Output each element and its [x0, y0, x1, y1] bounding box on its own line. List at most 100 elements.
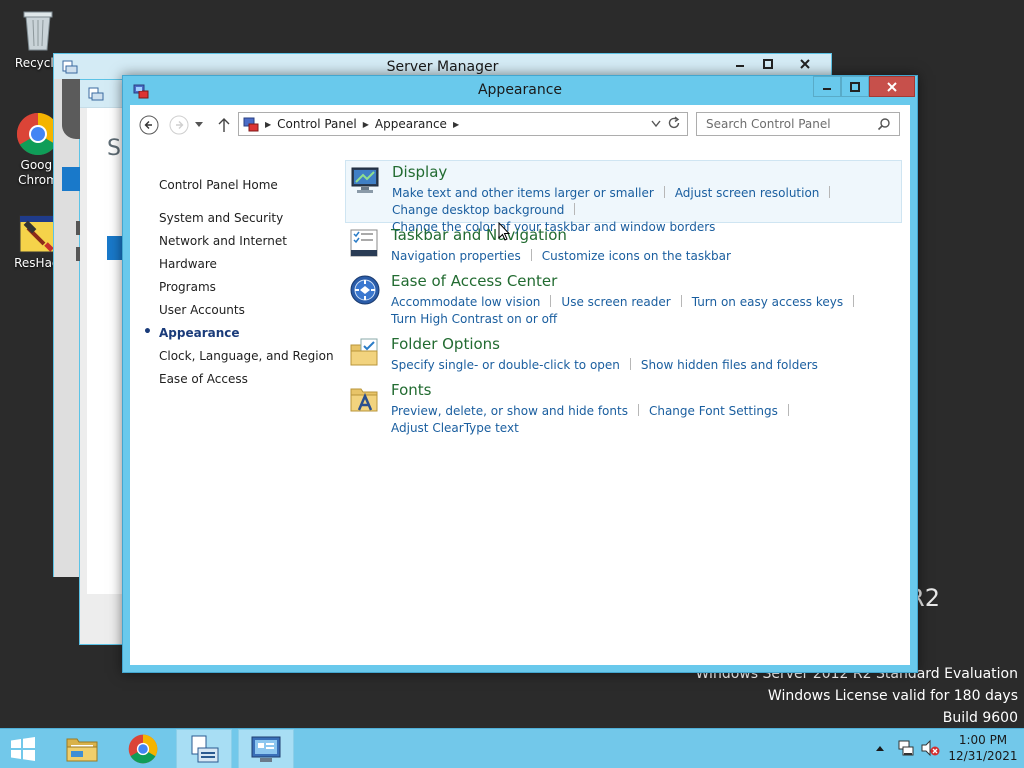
category-heading-folder-options[interactable]: Folder Options: [391, 335, 500, 353]
maximize-icon: [763, 59, 773, 69]
nav-item-appearance[interactable]: Appearance: [143, 324, 359, 348]
network-icon: [898, 740, 914, 756]
taskbar-icon: [350, 229, 378, 257]
close-icon: [887, 81, 897, 92]
category-display: Display Make text and other items larger…: [345, 160, 902, 234]
link-use-screen-reader[interactable]: Use screen reader: [561, 294, 670, 311]
category-taskbar-navigation: Taskbar and Navigation Navigation proper…: [345, 224, 902, 268]
chevron-up-icon: [876, 746, 884, 751]
window-title: Appearance: [477, 82, 563, 98]
search-placeholder: Search Control Panel: [706, 117, 831, 131]
category-heading-ease-of-access[interactable]: Ease of Access Center: [391, 272, 557, 290]
volume-tray-button[interactable]: [920, 739, 940, 760]
category-fonts: Fonts Preview, delete, or show and hide …: [345, 379, 902, 435]
link-adjust-screen-resolution[interactable]: Adjust screen resolution: [675, 185, 820, 202]
link-adjust-cleartype[interactable]: Adjust ClearType text: [391, 420, 519, 437]
close-button[interactable]: [869, 76, 915, 97]
recent-locations-button[interactable]: [192, 115, 206, 135]
link-navigation-properties[interactable]: Navigation properties: [391, 248, 521, 265]
windows-logo-icon: [11, 737, 35, 761]
link-make-text-larger[interactable]: Make text and other items larger or smal…: [392, 185, 654, 202]
refresh-icon: [668, 116, 680, 129]
fonts-icon: [350, 388, 378, 412]
ease-of-access-icon: [350, 275, 380, 305]
breadcrumb-separator-icon[interactable]: ▶: [363, 120, 369, 129]
speaker-muted-icon: [921, 739, 940, 757]
display-icon: [351, 167, 379, 193]
taskbar-clock[interactable]: 1:00 PM 12/31/2021: [948, 732, 1018, 764]
link-turn-on-easy-access-keys[interactable]: Turn on easy access keys: [692, 294, 843, 311]
clock-time: 1:00 PM: [958, 733, 1008, 747]
nav-item-system-and-security[interactable]: System and Security: [159, 210, 359, 233]
nav-item-ease-of-access[interactable]: Ease of Access: [159, 371, 359, 394]
category-links: Preview, delete, or show and hide fonts C…: [391, 403, 896, 437]
control-panel-icon: [251, 736, 281, 762]
nav-item-programs[interactable]: Programs: [159, 279, 359, 302]
minimize-button[interactable]: [726, 54, 754, 74]
nav-item-network-and-internet[interactable]: Network and Internet: [159, 233, 359, 256]
category-links: Navigation properties Customize icons on …: [391, 248, 896, 265]
watermark-build: Build 9600: [942, 710, 1018, 726]
network-tray-button[interactable]: [897, 739, 915, 760]
maximize-button[interactable]: [754, 54, 782, 74]
breadcrumb-control-panel[interactable]: Control Panel: [277, 117, 357, 131]
left-window-strip: [53, 79, 80, 577]
breadcrumb-separator-icon[interactable]: ▶: [265, 120, 271, 129]
taskbar-server-manager-button[interactable]: [176, 729, 232, 768]
back-button[interactable]: [139, 115, 159, 135]
minimize-button[interactable]: [813, 76, 841, 97]
link-turn-high-contrast[interactable]: Turn High Contrast on or off: [391, 311, 557, 328]
category-heading-fonts[interactable]: Fonts: [391, 381, 431, 399]
start-button[interactable]: [0, 729, 46, 768]
nav-item-clock-language-region[interactable]: Clock, Language, and Region: [159, 348, 359, 371]
server-manager-icon: [191, 735, 219, 763]
link-change-font-settings[interactable]: Change Font Settings: [649, 403, 778, 420]
up-arrow-icon: [218, 118, 230, 132]
category-ease-of-access: Ease of Access Center Accommodate low vi…: [345, 270, 902, 332]
control-panel-home-link[interactable]: Control Panel Home: [159, 178, 359, 192]
window-client-area: ▶ Control Panel ▶ Appearance ▶ Search Co…: [130, 105, 910, 665]
search-input[interactable]: Search Control Panel: [696, 112, 900, 136]
chrome-icon: [128, 734, 158, 764]
forward-arrow-icon: [169, 115, 189, 135]
taskbar-control-panel-button[interactable]: [238, 729, 294, 768]
link-accommodate-low-vision[interactable]: Accommodate low vision: [391, 294, 540, 311]
address-bar[interactable]: ▶ Control Panel ▶ Appearance ▶: [238, 112, 688, 136]
minimize-icon: [823, 87, 831, 90]
link-preview-fonts[interactable]: Preview, delete, or show and hide fonts: [391, 403, 628, 420]
clock-date: 12/31/2021: [948, 749, 1018, 763]
minimize-icon: [736, 65, 744, 67]
chevron-down-icon: [195, 122, 203, 127]
nav-item-hardware[interactable]: Hardware: [159, 256, 359, 279]
link-customize-taskbar-icons[interactable]: Customize icons on the taskbar: [542, 248, 731, 265]
watermark-license: Windows License valid for 180 days: [767, 688, 1018, 704]
maximize-button[interactable]: [841, 76, 869, 97]
category-folder-options: Folder Options Specify single- or double…: [345, 333, 902, 377]
link-single-double-click[interactable]: Specify single- or double-click to open: [391, 357, 620, 374]
taskbar-chrome-button[interactable]: [118, 729, 168, 768]
file-explorer-icon: [66, 738, 98, 762]
link-show-hidden-files[interactable]: Show hidden files and folders: [641, 357, 818, 374]
close-icon: [800, 59, 810, 69]
forward-button[interactable]: [169, 115, 189, 135]
breadcrumb-appearance[interactable]: Appearance: [375, 117, 447, 131]
breadcrumb-separator-icon[interactable]: ▶: [453, 120, 459, 129]
refresh-button[interactable]: [667, 116, 681, 133]
up-button[interactable]: [214, 115, 234, 135]
address-dropdown-button[interactable]: [651, 117, 661, 131]
category-heading-taskbar-navigation[interactable]: Taskbar and Navigation: [391, 226, 567, 244]
show-hidden-icons-button[interactable]: [875, 741, 885, 755]
category-links: Specify single- or double-click to open S…: [391, 357, 896, 374]
back-arrow-icon: [139, 115, 159, 135]
close-button[interactable]: [782, 54, 828, 74]
mouse-cursor-icon: [498, 222, 510, 241]
appearance-window[interactable]: Appearance ▶ Control Panel ▶ Appearance …: [122, 75, 918, 673]
server-manager-title: Server Manager: [386, 59, 499, 75]
nav-item-user-accounts[interactable]: User Accounts: [159, 302, 359, 325]
folder-options-icon: [350, 338, 378, 366]
desktop-icon-label: Googl Chrom: [18, 158, 58, 187]
link-change-desktop-background[interactable]: Change desktop background: [392, 202, 564, 219]
category-heading-display[interactable]: Display: [392, 163, 447, 181]
taskbar-file-explorer-button[interactable]: [56, 729, 108, 768]
search-icon[interactable]: [877, 117, 891, 131]
